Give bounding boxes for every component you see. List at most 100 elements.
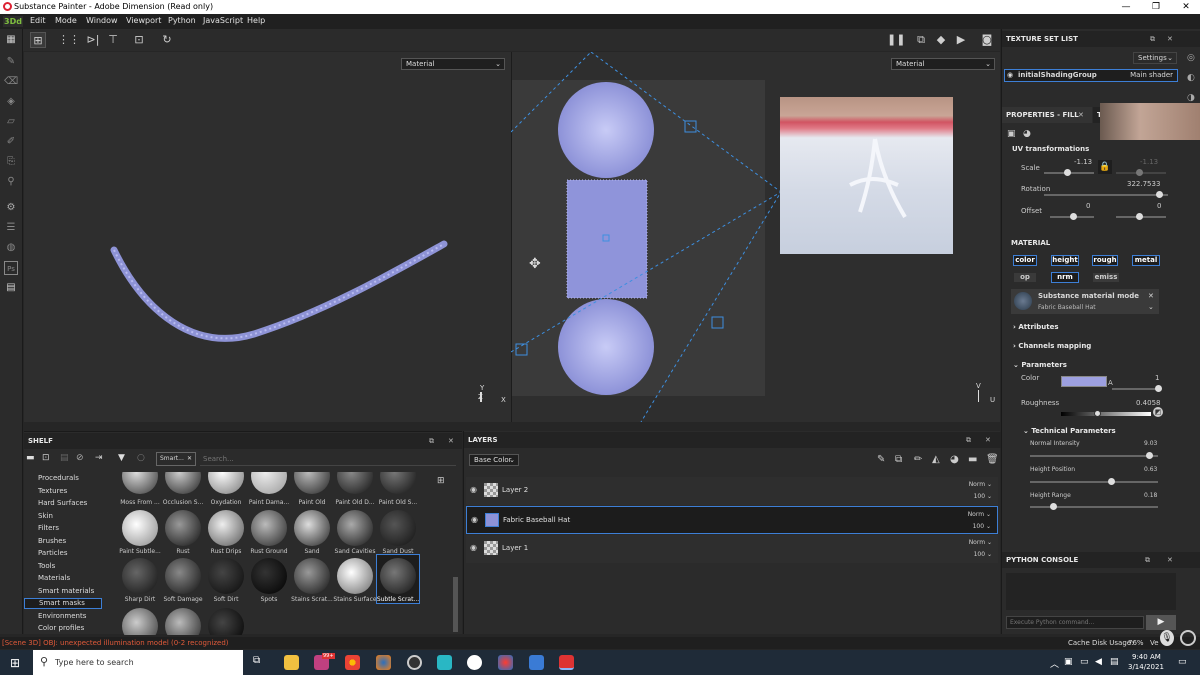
channel-op[interactable]: op: [1013, 272, 1037, 283]
category-smart-masks[interactable]: Smart masks: [24, 598, 102, 609]
clock-time[interactable]: 9:40 AM: [1132, 653, 1161, 661]
projection-icon[interactable]: ◈: [4, 95, 18, 109]
pinned-app-2-icon[interactable]: [467, 655, 482, 670]
settings-gear-icon[interactable]: ⚙: [4, 201, 18, 215]
close-icon[interactable]: ✕: [448, 433, 454, 449]
channel-select[interactable]: Base Color ⌄: [469, 454, 519, 466]
layer-row[interactable]: ◉ Layer 2 Norm ⌄ 100 ⌄: [466, 477, 998, 505]
obs-icon[interactable]: [407, 655, 422, 670]
close-button[interactable]: ✕: [1172, 1, 1200, 13]
offset-slider-b[interactable]: [1116, 213, 1166, 220]
category-smart-materials[interactable]: Smart materials: [38, 587, 94, 595]
history-icon[interactable]: ↻: [159, 32, 175, 48]
thumb-spots[interactable]: [251, 558, 287, 594]
maya-icon[interactable]: [437, 655, 452, 670]
thumb-item[interactable]: [165, 608, 201, 635]
slider-knob[interactable]: [1146, 452, 1153, 459]
thumb-paint-old-s[interactable]: [380, 472, 416, 494]
tray-chevron-icon[interactable]: ︿: [1050, 657, 1059, 670]
thumb-oxydation[interactable]: [208, 472, 244, 494]
maximize-icon[interactable]: ⧉: [1150, 31, 1155, 47]
slider-knob[interactable]: [1050, 503, 1057, 510]
slider-knob[interactable]: [1094, 410, 1102, 417]
filter-tag[interactable]: Smart... ✕: [156, 452, 196, 466]
trash-icon[interactable]: ▤: [60, 453, 69, 463]
thumb-soft-dirt[interactable]: [208, 558, 244, 594]
language-icon[interactable]: ▤: [1110, 657, 1119, 667]
tray-app-icon[interactable]: ▣: [1064, 657, 1073, 667]
channel-rough[interactable]: rough: [1092, 255, 1118, 266]
fill-icon[interactable]: ▣: [1007, 129, 1016, 139]
close-icon[interactable]: ✕: [1167, 31, 1173, 47]
rotation-slider[interactable]: [1044, 191, 1168, 198]
single-view-icon[interactable]: ⊞: [30, 32, 46, 48]
category-textures[interactable]: Textures: [38, 487, 67, 495]
thumb-stains-surface[interactable]: [337, 558, 373, 594]
ps-export-icon[interactable]: Ps: [4, 261, 18, 275]
taskbar-search-box[interactable]: ⚲ Type here to search: [33, 650, 243, 675]
file-explorer-icon[interactable]: [284, 655, 299, 670]
menu-viewport[interactable]: Viewport: [126, 16, 161, 25]
thumb-paint-old[interactable]: [294, 472, 330, 494]
eye-icon[interactable]: ◉: [471, 515, 478, 524]
normal-intensity-slider[interactable]: [1030, 452, 1158, 459]
eye-icon[interactable]: ◉: [470, 543, 477, 552]
layers-stack-icon[interactable]: ☰: [4, 221, 18, 235]
offset-value-a[interactable]: 0: [1086, 202, 1090, 210]
volume-icon[interactable]: ◀: [1095, 657, 1102, 667]
camera-side-icon[interactable]: ◎: [1187, 53, 1195, 63]
layer-blend[interactable]: Norm ⌄: [969, 481, 992, 488]
thumb-rust-drips[interactable]: [208, 510, 244, 546]
thumb-sand-dust[interactable]: [380, 510, 416, 546]
thumb-subtle-scrat[interactable]: [380, 558, 416, 594]
picker-icon[interactable]: ⚲: [4, 175, 18, 189]
category-skin[interactable]: Skin: [38, 512, 53, 520]
eye-icon[interactable]: ◉: [470, 485, 477, 494]
channel-height[interactable]: height: [1051, 255, 1079, 266]
bake-icon[interactable]: ◍: [4, 241, 18, 255]
slider-knob[interactable]: [1064, 169, 1071, 176]
channel-metal[interactable]: metal: [1132, 255, 1160, 266]
add-effect-icon[interactable]: ✎: [877, 454, 885, 465]
pause-icon[interactable]: ❚❚: [887, 32, 905, 48]
chrome-icon[interactable]: [345, 655, 360, 670]
paint-brush-icon[interactable]: ✎: [4, 55, 18, 69]
shelf-scrollbar[interactable]: [453, 577, 458, 632]
menu-python[interactable]: Python: [168, 16, 196, 25]
category-tools[interactable]: Tools: [38, 562, 55, 570]
slider-knob[interactable]: [1156, 191, 1163, 198]
layer-row-selected[interactable]: ◉ Fabric Baseball Hat Norm ⌄ 100 ⌄: [466, 506, 998, 534]
texture-set-row[interactable]: ◉ initialShadingGroup Main shader: [1004, 69, 1178, 82]
circle-icon[interactable]: ○: [137, 453, 145, 463]
slider-knob[interactable]: [1155, 385, 1162, 392]
substance-painter-icon[interactable]: [559, 655, 574, 670]
channels-mapping-section[interactable]: › Channels mapping: [1013, 342, 1091, 350]
trash-icon[interactable]: 🗑: [986, 454, 999, 465]
eraser-icon[interactable]: ⌫: [4, 75, 18, 89]
camera-icon[interactable]: ▶: [953, 32, 969, 48]
thumb-occlusion[interactable]: [165, 472, 201, 494]
slider-knob[interactable]: [1108, 478, 1115, 485]
display-icon[interactable]: ◑: [1187, 93, 1195, 103]
menu-edit[interactable]: Edit: [30, 16, 46, 25]
python-input[interactable]: [1006, 616, 1144, 629]
height-range-value[interactable]: 0.18: [1144, 492, 1157, 499]
new-folder-icon[interactable]: ⊡: [42, 453, 50, 463]
alpha-value[interactable]: 1: [1155, 374, 1159, 382]
attributes-section[interactable]: › Attributes: [1013, 323, 1059, 331]
roughness-value[interactable]: 0.4058: [1136, 399, 1161, 407]
texture-slot-icon[interactable]: ◩: [1153, 407, 1163, 417]
thumb-sand[interactable]: [294, 510, 330, 546]
task-view-icon[interactable]: ⧉: [253, 655, 268, 670]
network-icon[interactable]: ▭: [1080, 657, 1089, 667]
height-range-slider[interactable]: [1030, 503, 1158, 510]
minimize-button[interactable]: —: [1112, 1, 1140, 13]
channel-emiss[interactable]: emiss: [1092, 272, 1120, 283]
tile-view-icon[interactable]: ⋮⋮: [58, 32, 80, 48]
shelf-search-input[interactable]: [200, 452, 456, 466]
roughness-slider[interactable]: [1061, 410, 1151, 417]
category-filters[interactable]: Filters: [38, 524, 59, 532]
mirror-y-icon[interactable]: ⊤: [105, 32, 121, 48]
chevron-down-icon[interactable]: ⌄: [1148, 303, 1154, 311]
uv-section-header[interactable]: UV transformations: [1012, 145, 1089, 153]
